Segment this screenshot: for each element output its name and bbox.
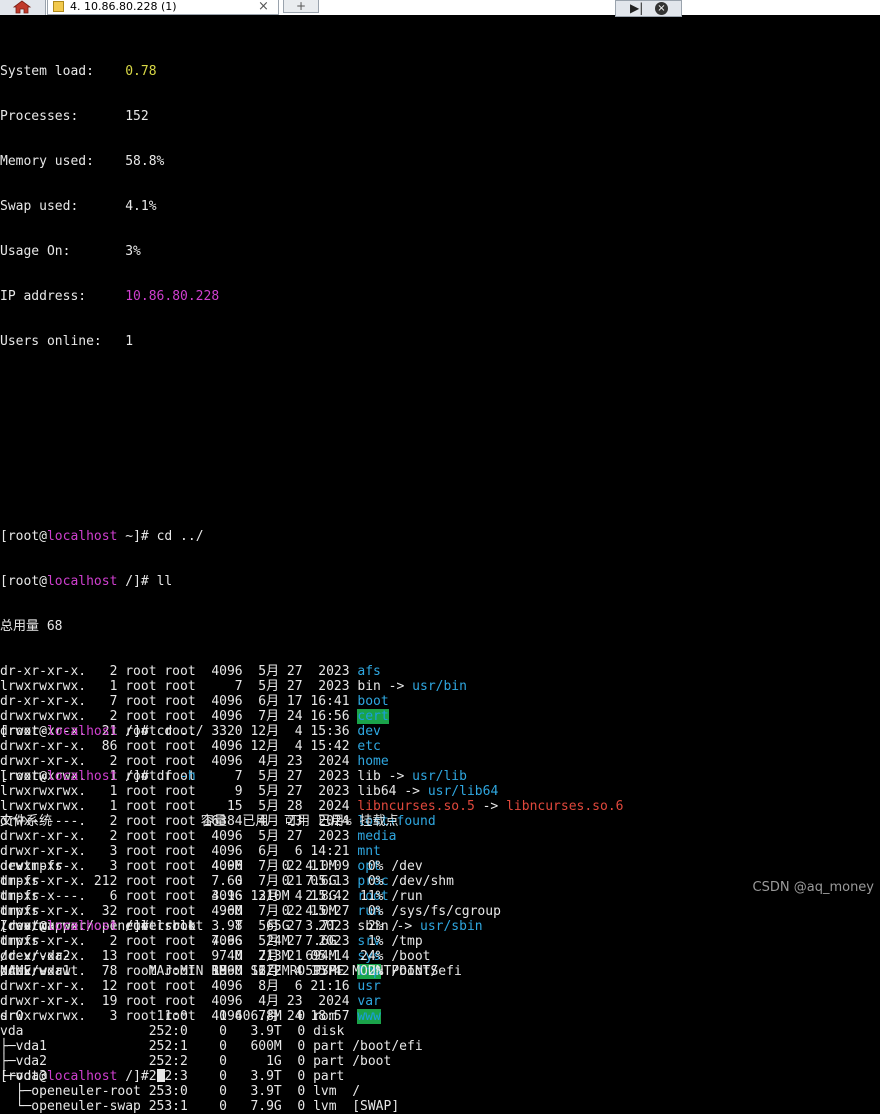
entry-meta: dr-xr-xr-x. 2 root root 4096 5月 27 2023 [0, 664, 358, 679]
lsblk-row: ├─openeuler-root 253:0 0 3.9T 0 lvm / [0, 1084, 361, 1099]
entry-name[interactable]: boot [357, 694, 388, 709]
entry-name[interactable]: cert [357, 709, 389, 724]
entry-name[interactable]: libncurses.so.5 [357, 799, 474, 814]
entry-name[interactable]: afs [357, 664, 380, 679]
symlink-arrow: -> [380, 769, 413, 784]
prompt-line: [root@localhost ~]# cd ../ [0, 529, 204, 544]
df-row: tmpfs 7.6G 0 7.6G 0% /dev/shm [0, 874, 454, 889]
entry-name[interactable]: media [357, 829, 396, 844]
sysinfo-swap: Swap used: 4.1% [0, 199, 157, 214]
entry-meta: drwxr-xr-x. 12 root root 4096 8月 6 21:16 [0, 979, 358, 994]
close-icon[interactable]: × [655, 2, 668, 15]
lsblk-header: NAME MAJ:MIN RM SIZE RO TYPE MOUNTPOINTS [0, 964, 439, 979]
entry-name[interactable]: bin [357, 679, 380, 694]
df-row: /dev/vda2 974M 213M 694M 24% /boot [0, 949, 431, 964]
entry-name[interactable]: etc [357, 739, 380, 754]
tab-session[interactable]: 4. 10.86.80.228 (1) × [47, 0, 279, 15]
ll-entry: lrwxrwxrwx. 1 root root 9 5月 27 2023 lib… [0, 784, 624, 799]
ll-entry: drwxr-xr-x. 2 root root 4096 4月 23 2024 … [0, 754, 624, 769]
text-cursor [156, 1069, 165, 1082]
lsblk-row: ├─vda2 252:2 0 1G 0 part /boot [0, 1054, 392, 1069]
ll-entry: drwxr-xr-x. 19 root root 4096 4月 23 2024… [0, 994, 624, 1009]
entry-meta: drwxrwxrwx. 2 root root 4096 7月 24 16:56 [0, 709, 358, 724]
terminal-icon [53, 1, 64, 12]
ll-entry: drwxr-xr-x. 86 root root 4096 12月 4 15:4… [0, 739, 624, 754]
df-row: devtmpfs 4.0M 0 4.0M 0% /dev [0, 859, 423, 874]
entry-meta: drwxr-xr-x. 19 root root 4096 4月 23 2024 [0, 994, 358, 1009]
watermark: CSDN @aq_money [752, 880, 874, 895]
ll-listing: dr-xr-xr-x. 2 root root 4096 5月 27 2023 … [0, 664, 624, 1024]
lsblk-row: sr0 11:0 1 406.8M 0 rom [0, 1009, 337, 1024]
lsblk-row: vda 252:0 0 3.9T 0 disk [0, 1024, 345, 1039]
ll-entry: lrwxrwxrwx. 1 root root 15 5月 28 2024 li… [0, 799, 624, 814]
tab-close-button[interactable]: × [258, 0, 269, 14]
prompt-line: [root@localhost /]# ll [0, 574, 173, 589]
lsblk-rows: sr0 11:0 1 406.8M 0 rom vda 252:0 0 3.9T … [0, 1009, 624, 1114]
entry-meta: dr-xr-xr-x. 7 root root 4096 6月 17 16:41 [0, 694, 358, 709]
symlink-target[interactable]: usr/lib [412, 769, 467, 784]
entry-meta: lrwxrwxrwx. 1 root root 15 5月 28 2024 [0, 799, 358, 814]
terminal-output[interactable]: System load: 0.78 Processes: 152 Memory … [0, 34, 624, 1114]
ll-entry: dr-xr-xr-x. 7 root root 4096 6月 17 16:41… [0, 694, 624, 709]
entry-meta: drwxr-xr-x. 86 root root 4096 12月 4 15:4… [0, 739, 358, 754]
entry-name[interactable]: lib64 [357, 784, 396, 799]
entry-meta: drwxr-xr-x. 2 root root 4096 5月 27 2023 [0, 829, 358, 844]
sysinfo-load: System load: 0.78 [0, 64, 157, 79]
tab-title: 4. 10.86.80.228 (1) [70, 0, 177, 13]
ll-entry: drwxr-xr-x. 12 root root 4096 8月 6 21:16… [0, 979, 624, 994]
df-row: tmpfs 7.6G 24M 7.6G 1% /tmp [0, 934, 423, 949]
ll-entry: lrwxrwxrwx. 1 root root 7 5月 27 2023 bin… [0, 679, 624, 694]
entry-name[interactable]: usr [357, 979, 380, 994]
symlink-arrow: -> [474, 799, 507, 814]
entry-meta: lrwxrwxrwx. 1 root root 7 5月 27 2023 [0, 679, 358, 694]
home-button[interactable] [0, 0, 46, 15]
lsblk-row: └─openeuler-swap 253:1 0 7.9G 0 lvm [SWA… [0, 1099, 400, 1114]
symlink-target[interactable]: usr/sbin [420, 919, 483, 934]
df-row: tmpfs 3.1G 310M 2.8G 11% /run [0, 889, 423, 904]
ll-total: 总用量 68 [0, 619, 63, 634]
sysinfo-ip: IP address: 10.86.80.228 [0, 289, 220, 304]
entry-meta: lrwxrwxrwx. 1 root root 9 5月 27 2023 [0, 784, 358, 799]
entry-name[interactable]: mnt [357, 844, 380, 859]
symlink-arrow: -> [380, 679, 413, 694]
entry-name[interactable]: lib [357, 769, 380, 784]
new-tab-button[interactable]: + [283, 0, 319, 13]
df-rows: devtmpfs 4.0M 0 4.0M 0% /dev tmpfs 7.6G 0… [0, 859, 624, 979]
entry-meta: drwxr-xr-x. 3 root root 4096 6月 6 14:21 [0, 844, 358, 859]
ll-entry: dr-xr-xr-x. 2 root root 4096 5月 27 2023 … [0, 664, 624, 679]
sysinfo-users: Users online: 1 [0, 334, 134, 349]
entry-name[interactable]: var [357, 994, 380, 1009]
sysinfo-usage: Usage On: 3% [0, 244, 141, 259]
entry-name[interactable]: dev [357, 724, 380, 739]
df-header: 文件系统 容量 已用 可用 已用% 挂载点 [0, 814, 399, 829]
symlink-target[interactable]: libncurses.so.6 [506, 799, 623, 814]
symlink-target[interactable]: usr/lib64 [428, 784, 498, 799]
lsblk-row: ├─vda1 252:1 0 600M 0 part /boot/efi [0, 1039, 423, 1054]
symlink-arrow: -> [396, 784, 428, 799]
sysinfo-memory: Memory used: 58.8% [0, 154, 165, 169]
entry-name[interactable]: home [357, 754, 388, 769]
pin-icon[interactable]: ▶| [630, 2, 643, 15]
sysinfo-processes: Processes: 152 [0, 109, 149, 124]
entry-name[interactable]: www [357, 1009, 381, 1024]
df-row: tmpfs 4.0M 0 4.0M 0% /sys/fs/cgroup [0, 904, 501, 919]
symlink-target[interactable]: usr/bin [412, 679, 467, 694]
ll-entry: drwxrwxrwx. 2 root root 4096 7月 24 16:56… [0, 709, 624, 724]
entry-meta: drwxr-xr-x. 2 root root 4096 4月 23 2024 [0, 754, 358, 769]
tab-bar: 4. 10.86.80.228 (1) × + ▶| × [0, 0, 880, 17]
ll-entry: drwxr-xr-x. 2 root root 4096 5月 27 2023 … [0, 829, 624, 844]
session-controls: ▶| × [615, 0, 682, 17]
ll-entry: drwxr-xr-x. 3 root root 4096 6月 6 14:21 … [0, 844, 624, 859]
home-icon [12, 0, 32, 14]
